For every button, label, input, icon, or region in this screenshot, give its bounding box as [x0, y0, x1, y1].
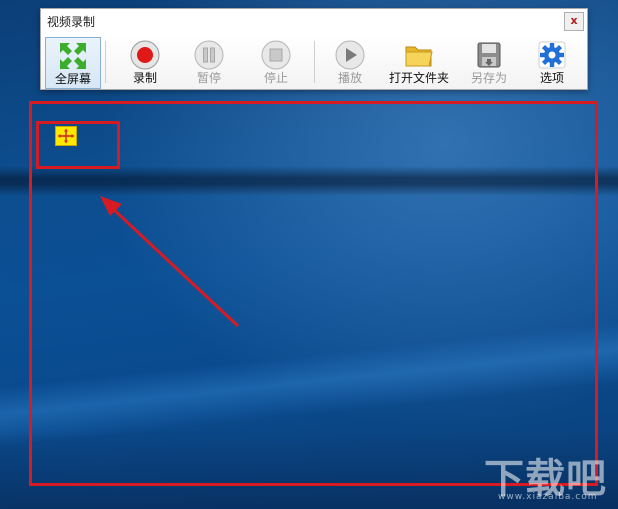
annotation-arrow	[100, 196, 240, 328]
watermark-url: www.xiazaiba.com	[498, 492, 598, 502]
